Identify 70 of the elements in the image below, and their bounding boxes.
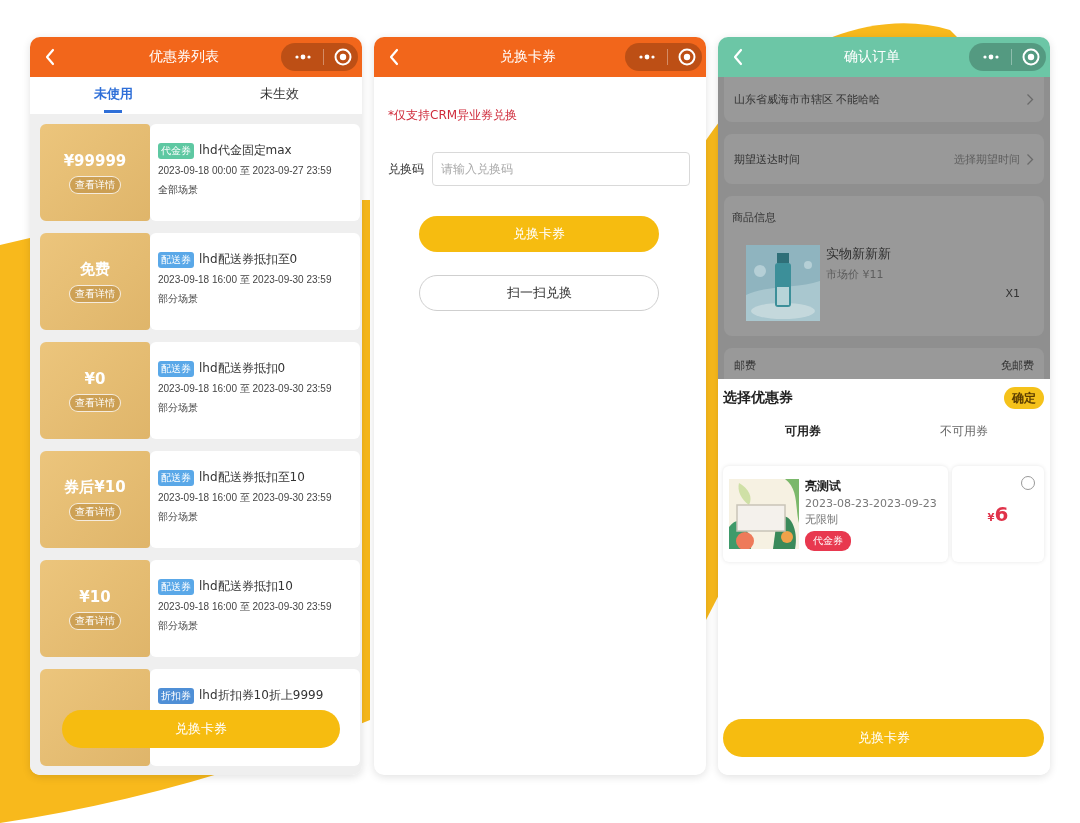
coupon-name: lhd代金固定max	[199, 142, 292, 159]
section-heading: 商品信息	[732, 210, 777, 225]
scope-text: 部分场景	[158, 510, 199, 524]
back-icon[interactable]	[388, 48, 400, 66]
coupon-name: lhd配送券抵扣0	[199, 360, 286, 377]
back-icon[interactable]	[732, 48, 744, 66]
close-icon[interactable]	[1022, 48, 1040, 66]
more-icon[interactable]	[293, 53, 313, 61]
coupon-name: lhd配送券抵扣至10	[199, 469, 305, 486]
coupon-tag: 配送券	[158, 251, 194, 268]
validity-text: 2023-09-18 16:00 至 2023-09-30 23:59	[158, 491, 333, 505]
notice-text: *仅支持CRM异业券兑换	[388, 107, 518, 124]
window-title: 兑换卡券	[498, 48, 557, 66]
input-field[interactable]: 请输入兑换码	[432, 152, 690, 186]
coupon-amount: ¥10	[79, 587, 111, 606]
coupon-amount: 免费	[80, 260, 110, 279]
scope-text: 部分场景	[158, 292, 199, 306]
coupon-tag: 折扣券	[158, 687, 194, 704]
validity-text: 2023-08-23-2023-09-23	[805, 496, 937, 510]
back-icon[interactable]	[44, 48, 56, 66]
coupon-card[interactable]: 亮测试 2023-08-23-2023-09-23 无限制 代金券	[723, 466, 948, 562]
coupon-amount: 券后¥10	[64, 478, 126, 497]
row-label: 期望送达时间	[734, 151, 800, 167]
tab[interactable]: 可用券	[723, 423, 884, 440]
details-button[interactable]: 查看详情	[69, 285, 121, 303]
scope-text: 全部场景	[158, 183, 199, 197]
details-button[interactable]: 查看详情	[69, 175, 121, 194]
coupon-name: lhd折扣券10折上9999	[199, 687, 324, 704]
tab[interactable]: 未生效	[196, 77, 362, 114]
row-label: 邮费	[734, 358, 756, 373]
currency-sign: ¥	[987, 512, 995, 523]
coupon-amount: ¥99999	[63, 151, 127, 170]
coupon-tag: 代金券	[805, 530, 851, 551]
details-button[interactable]: 查看详情	[69, 611, 121, 630]
tab[interactable]: 不可用券	[883, 423, 1044, 440]
window-title: 优惠券列表	[147, 48, 220, 66]
sheet-title: 选择优惠券	[723, 389, 793, 407]
coupon-tag: 配送券	[158, 469, 194, 486]
scope-text: 部分场景	[158, 619, 199, 633]
close-icon[interactable]	[334, 48, 352, 66]
scan-button[interactable]: 扫一扫兑换	[419, 275, 659, 311]
coupon-name: lhd配送券抵扣至0	[199, 251, 298, 268]
field-label: 兑换码	[388, 160, 424, 178]
chevron-right-icon	[1026, 93, 1034, 106]
product-name: 实物新新新	[826, 245, 892, 263]
coupon-name: lhd配送券抵扣10	[199, 578, 293, 595]
details-button[interactable]: 查看详情	[69, 393, 121, 412]
coupon-tag: 代金券	[158, 142, 194, 159]
coupon-value-card[interactable]: ¥6	[952, 466, 1044, 562]
window-title: 确认订单	[842, 48, 901, 66]
validity-text: 2023-09-18 16:00 至 2023-09-30 23:59	[158, 382, 333, 396]
coupon-amount: ¥0	[84, 369, 106, 388]
chevron-right-icon	[1026, 152, 1034, 166]
amount-value: 6	[994, 502, 1009, 526]
limit-text: 无限制	[805, 511, 838, 527]
scope-text: 部分场景	[158, 401, 199, 415]
quantity-text: X1	[1005, 286, 1020, 300]
address-text: 山东省威海市市辖区 不能哈哈	[734, 92, 881, 107]
details-button[interactable]: 查看详情	[69, 503, 121, 521]
row-value: 免邮费	[1001, 358, 1034, 373]
validity-text: 2023-09-18 16:00 至 2023-09-30 23:59	[158, 273, 333, 287]
coupon-name: 亮测试	[805, 477, 841, 495]
coupon-tag: 配送券	[158, 360, 194, 377]
validity-text: 2023-09-18 16:00 至 2023-09-30 23:59	[158, 600, 333, 614]
close-icon[interactable]	[678, 48, 696, 66]
validity-text: 2023-09-18 00:00 至 2023-09-27 23:59	[158, 164, 333, 178]
coupon-tag: 配送券	[158, 578, 194, 595]
more-icon[interactable]	[981, 53, 1001, 61]
more-icon[interactable]	[637, 53, 657, 61]
confirm-button[interactable]: 确定	[1004, 387, 1044, 409]
